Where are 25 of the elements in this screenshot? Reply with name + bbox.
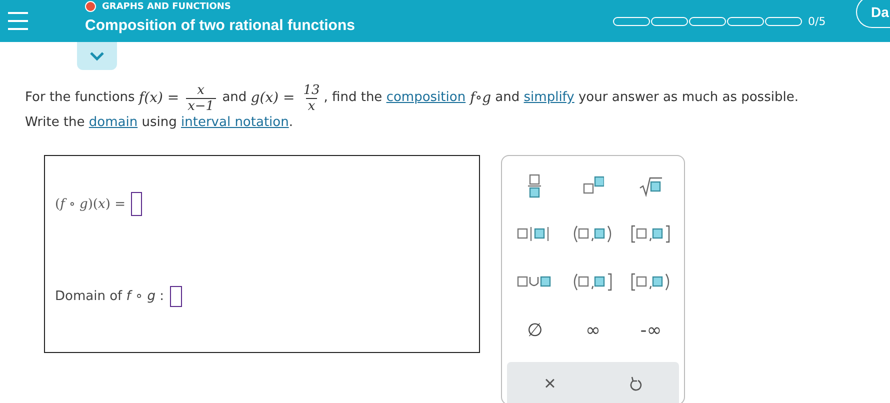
composition-label: (f ∘ g)(x) = [55,196,126,212]
answer-field[interactable] [131,192,142,216]
topic-category: GRAPHS AND FUNCTIONS [102,0,231,12]
keypad-key[interactable]: ∞ [564,306,622,354]
glossary-link[interactable]: simplify [524,88,574,108]
superscript-template-icon [582,176,604,196]
keypad-key[interactable]: -∞ [622,306,680,354]
instruction-text: Write the domain using interval notation. [25,113,890,133]
collapse-tab[interactable] [77,42,117,70]
header-button[interactable]: Da [856,0,890,28]
domain-field[interactable] [170,286,182,307]
glossary-link[interactable]: domain [88,113,138,133]
chevron-down-icon [89,51,105,61]
glossary-link[interactable]: composition [386,88,466,108]
glossary-link[interactable]: interval notation [181,113,289,133]
lesson-title: Composition of two rational functions [85,16,356,34]
fraction-template-icon [528,174,542,198]
menu-icon[interactable] [8,12,28,30]
undo-icon [629,376,643,392]
status-dot-icon [85,1,96,12]
clear-button[interactable]: × [507,366,593,402]
square-root-template-icon [639,175,663,197]
keypad-key[interactable]: ∅ [506,306,564,354]
progress-count: 0/5 [808,14,826,28]
domain-label: Domain of f ∘ g : [55,289,164,304]
